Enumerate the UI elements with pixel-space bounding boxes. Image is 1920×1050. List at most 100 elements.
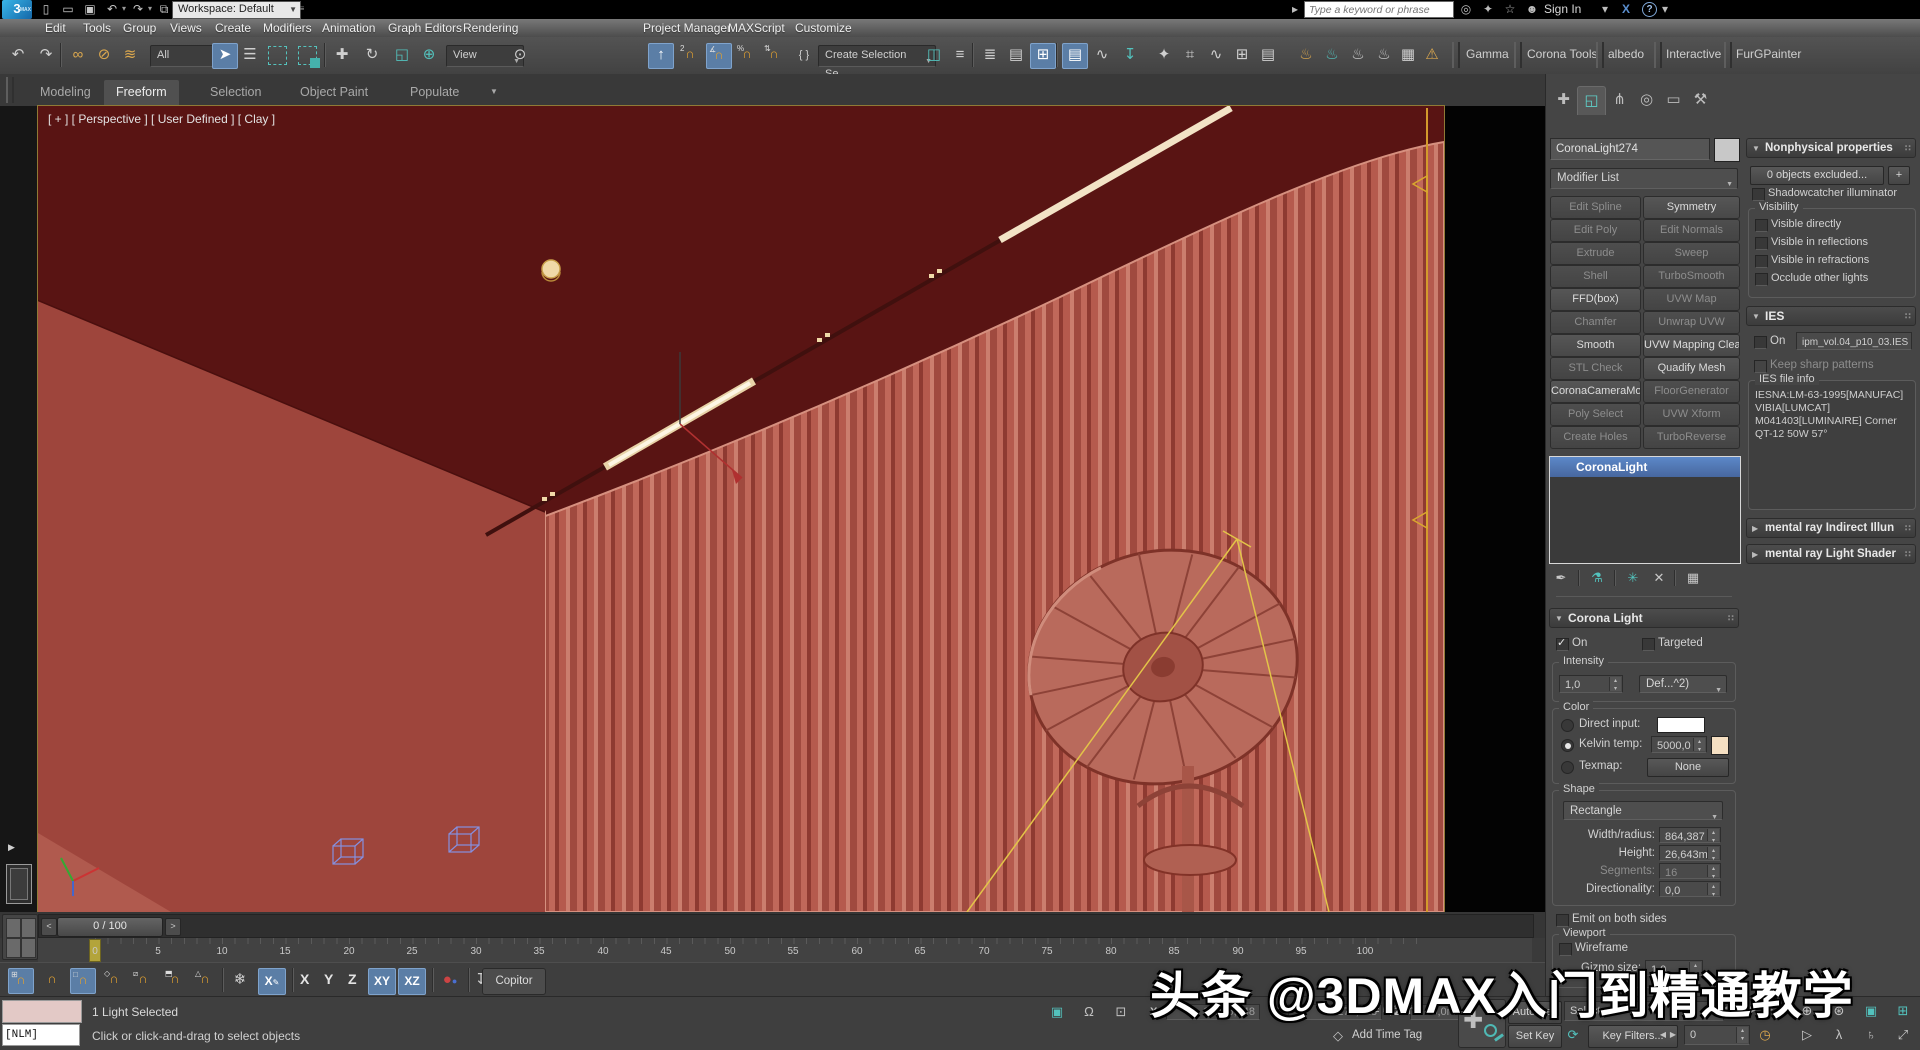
communication-center-icon[interactable]: ✦ [1478,0,1498,18]
axis-constraint-toggle[interactable]: X✎ [258,968,286,995]
modifier-button[interactable]: UVW Map [1643,288,1740,311]
scene-explorer-icon[interactable]: ▤ [1062,43,1088,69]
toolbar-tab-corona-tools[interactable]: Corona Tools [1527,47,1598,61]
modifier-button[interactable]: Shell [1550,265,1641,288]
menu-views[interactable]: Views [170,19,202,37]
modifier-button[interactable]: FFD(box) [1550,288,1641,311]
select-by-name-icon[interactable]: ☰ [238,43,262,67]
workspace-selector[interactable]: Workspace: Default▼ [172,1,301,19]
tab-populate[interactable]: Populate [398,80,471,106]
redo-icon[interactable]: ↷ [128,0,148,18]
render-iterative-icon[interactable]: ♨ [1372,43,1396,67]
toolbar-grip[interactable] [1654,42,1662,68]
undo-icon[interactable]: ↶ [102,0,122,18]
user-icon[interactable]: ☻ [1522,0,1542,18]
massfx-icon[interactable]: ●● [438,968,462,992]
new-file-icon[interactable]: ▯ [36,0,56,18]
redo-scene-icon[interactable]: ↷ [34,43,58,67]
viewport-label[interactable]: [ + ] [ Perspective ] [ User Defined ] [… [48,112,275,126]
array-icon[interactable]: ⊞ [1230,43,1254,67]
modifier-button[interactable]: Create Holes [1550,426,1641,449]
menu-rendering[interactable]: Rendering [463,19,518,37]
menu-create[interactable]: Create [215,19,251,37]
exchange-icon[interactable]: X [1616,0,1636,18]
menu-tools[interactable]: Tools [83,19,111,37]
directionality-field[interactable]: 0,0▴▾ [1659,881,1721,897]
render-presets-icon[interactable]: ⌗ [1178,43,1202,67]
container-icon[interactable]: ▤ [1256,43,1280,67]
time-slider-track[interactable]: < 0 / 100 > [38,914,1534,938]
tab-selection[interactable]: Selection [198,80,273,106]
toolbar-tab-furgpainter[interactable]: FurGPainter [1736,47,1801,61]
crossing-selection-icon[interactable] [298,46,317,65]
spinner-snap-icon[interactable]: ⇅∩ [762,43,786,67]
visible-refractions-checkbox[interactable] [1755,255,1768,268]
panel-splitter[interactable] [1556,596,1732,597]
tab-modeling[interactable]: Modeling [28,80,103,106]
ies-file-field[interactable]: ipm_vol.04_p10_03.IES [1796,332,1912,350]
ies-on-checkbox[interactable] [1754,336,1767,349]
targeted-checkbox[interactable] [1642,638,1655,651]
modifier-button[interactable]: Smooth [1550,334,1641,357]
axis-z-button[interactable]: Z [348,971,357,987]
modifier-button[interactable]: STL Check [1550,357,1641,380]
menu-group[interactable]: Group [123,19,156,37]
sign-in-button[interactable]: Sign In [1544,0,1596,18]
render-production-icon[interactable]: ♨ [1346,43,1370,67]
toolbar-tab-interactive[interactable]: Interactive [1666,47,1721,61]
absolute-mode-icon[interactable]: ⊡ [1110,1002,1132,1022]
help-icon[interactable]: ? [1642,2,1657,17]
occlude-lights-checkbox[interactable] [1755,273,1768,286]
ribbon-grip[interactable] [6,77,14,103]
kelvin-temp-radio[interactable] [1561,739,1574,752]
mirror-icon[interactable]: ◫ [922,43,946,67]
visible-reflections-checkbox[interactable] [1755,237,1768,250]
modifier-button[interactable]: Symmetry [1643,196,1740,219]
bind-spacewarp-icon[interactable]: ≋ [118,43,142,67]
maxscript-mini-listener[interactable] [2,1000,82,1023]
menu-modifiers[interactable]: Modifiers [263,19,312,37]
toolbar-grip[interactable] [1452,42,1460,68]
direct-color-swatch[interactable] [1657,717,1705,733]
modifier-button[interactable]: Chamfer [1550,311,1641,334]
copitor-button[interactable]: Copitor [482,968,546,995]
angle-snap-icon[interactable]: ∡∩ [706,43,732,69]
tab-utilities-icon[interactable]: ⚒ [1687,86,1714,114]
face-snap-icon[interactable]: ◇∩ [102,968,126,992]
search-input[interactable] [1305,3,1453,18]
motion-mixer-icon[interactable]: ∿ [1204,43,1228,67]
menu-customize[interactable]: Customize [795,19,852,37]
intensity-units-dropdown[interactable]: Def...^2)▼ [1639,675,1727,693]
axis-y-button[interactable]: Y [324,971,333,987]
toolbar-tab-gamma[interactable]: Gamma [1466,47,1509,61]
project-folder-icon[interactable]: ⧉ [154,0,174,18]
toolbar-tab-albedo[interactable]: albedo [1608,47,1644,61]
search-icon[interactable]: ◎ [1456,0,1476,18]
toolbar-grip[interactable] [1724,42,1732,68]
exclude-objects-button[interactable]: 0 objects excluded... [1750,166,1884,185]
shadowcatcher-checkbox[interactable] [1752,188,1765,201]
sign-in-dropdown-icon[interactable]: ▾ [1600,0,1610,18]
texmap-none-button[interactable]: None [1647,758,1729,777]
rectangular-selection-region-icon[interactable] [268,46,287,65]
add-time-tag[interactable]: Add Time Tag [1352,1029,1422,1041]
zoom-extents-all-icon[interactable]: ⊞ [1888,1000,1918,1022]
viewport-layout-button[interactable] [2,914,38,960]
kelvin-field[interactable]: 5000,0▴▾ [1651,736,1707,753]
remove-modifier-icon[interactable]: ✕ [1648,568,1670,588]
object-name-field[interactable]: CoronaLight274 [1550,138,1710,160]
modifier-list-dropdown[interactable]: Modifier List▼ [1550,168,1738,189]
tab-motion-icon[interactable]: ◎ [1633,86,1660,114]
open-file-icon[interactable]: ▭ [58,0,78,18]
edit-named-selections-icon[interactable]: { } [792,43,816,67]
modifier-button[interactable]: Poly Select [1550,403,1641,426]
app-logo-icon[interactable]: 3MAX [2,0,32,19]
pivot-snap-icon[interactable]: ⬒∩ [163,968,187,992]
configure-modifier-sets-icon[interactable]: ▦ [1682,568,1704,588]
menu-edit[interactable]: Edit [45,19,66,37]
time-slider-grip[interactable]: 0 / 100 [57,917,163,937]
select-link-icon[interactable]: ∞ [66,43,90,67]
viewport-layout-tab[interactable] [6,864,32,904]
layer-explorer-icon[interactable]: ≣ [978,43,1002,67]
exclude-add-button[interactable]: + [1888,166,1910,185]
